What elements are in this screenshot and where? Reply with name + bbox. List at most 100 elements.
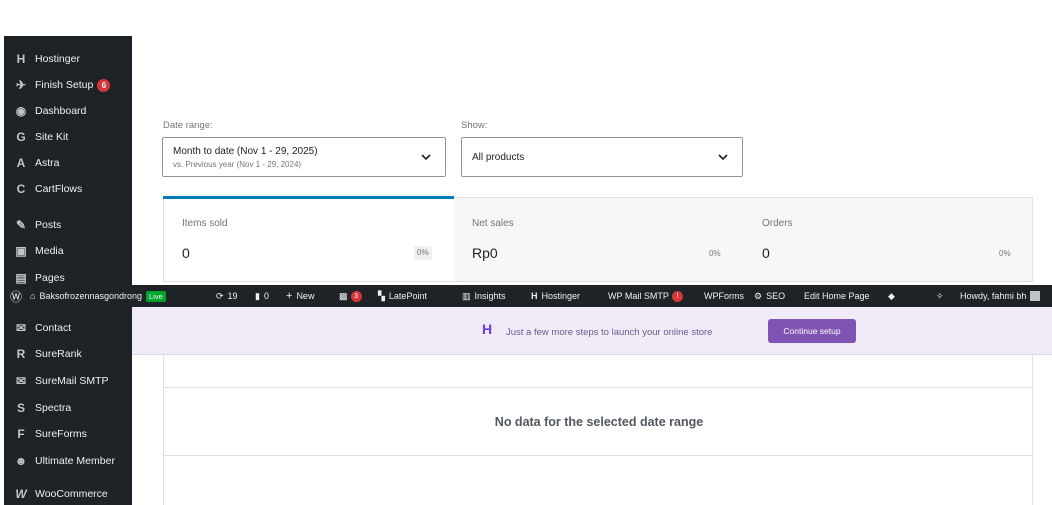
sidebar-item-surerank[interactable]: R SureRank (4, 341, 132, 367)
pin-icon: ✎ (15, 218, 27, 232)
sidebar-item-label: Finish Setup (35, 79, 94, 91)
stat-title: Net sales (472, 218, 514, 229)
sidebar-item-media[interactable]: ▣ Media (4, 238, 132, 264)
setup-banner: H Just a few more steps to launch your o… (132, 307, 1052, 355)
sidebar-item-label: SureForms (35, 428, 87, 440)
screen: H Hostinger ✈ Finish Setup 6 ◉ Dashboard… (0, 0, 1052, 505)
sidebar-item-posts[interactable]: ✎ Posts (4, 212, 132, 238)
updates-link[interactable]: ⟳ 19 (216, 285, 238, 307)
latepoint-icon: ▚ (378, 290, 385, 301)
avatar (1030, 291, 1041, 301)
user-icon: ☻ (14, 454, 28, 468)
sidebar-item-label: Dashboard (35, 105, 87, 117)
notification-badge: 3 (350, 290, 362, 302)
show-value: All products (472, 152, 525, 163)
show-select[interactable]: All products (461, 137, 743, 177)
sidebar-item-contact[interactable]: ✉ Contact (4, 315, 132, 341)
comment-icon: ▮ (255, 290, 260, 301)
sidebar-item-astra[interactable]: A Astra (4, 150, 132, 176)
sidebar-item-site-kit[interactable]: G Site Kit (4, 124, 132, 150)
top-strip (0, 0, 1052, 12)
sidebar-item-spectra[interactable]: S Spectra (4, 395, 132, 421)
stat-tab-items-sold[interactable] (164, 198, 454, 281)
live-badge: Live (146, 290, 166, 302)
chevron-down-icon (718, 154, 728, 161)
stat-delta: 0% (999, 249, 1011, 258)
admin-sidebar: H Hostinger ✈ Finish Setup 6 ◉ Dashboard… (4, 36, 132, 505)
new-content-link[interactable]: + New (286, 285, 314, 307)
new-label: New (296, 291, 315, 301)
sidebar-item-dashboard[interactable]: ◉ Dashboard (4, 98, 132, 124)
sidebar-item-label: Site Kit (35, 131, 69, 143)
sidebar-item-label: Posts (35, 219, 62, 231)
sidebar-item-ultimate-member[interactable]: ☻ Ultimate Member (4, 448, 132, 474)
latepoint-link[interactable]: ▚ LatePoint (378, 285, 427, 307)
stat-delta: 0% (414, 246, 432, 260)
plugin-notice-link[interactable]: ▩ 3 (339, 285, 362, 307)
sidebar-item-label: WooCommerce (35, 488, 108, 500)
edit-home-link[interactable]: Edit Home Page (804, 285, 870, 307)
stat-title: Orders (762, 218, 793, 229)
insights-label: Insights (474, 291, 506, 301)
comments-link[interactable]: ▮ 0 (255, 285, 269, 307)
comments-count: 0 (263, 291, 269, 301)
stat-delta: 0% (709, 249, 721, 258)
sidebar-item-finish-setup[interactable]: ✈ Finish Setup 6 (4, 72, 132, 98)
sidebar-item-cartflows[interactable]: C CartFlows (4, 176, 132, 202)
active-tab-indicator (163, 196, 454, 199)
chevron-down-icon (421, 154, 431, 161)
notification-badge: ! (671, 290, 683, 302)
show-label: Show: (461, 120, 488, 131)
sidebar-item-sureforms[interactable]: F SureForms (4, 421, 132, 447)
wpforms-link[interactable]: WPForms (704, 285, 744, 307)
plugin-icon: ▩ (339, 290, 348, 301)
sidebar-item-label: Hostinger (35, 53, 80, 65)
wp-mail-smtp-label: WP Mail SMTP (608, 291, 669, 301)
notification-badge: 6 (97, 78, 111, 92)
hostinger-icon: H (531, 291, 538, 301)
seo-link[interactable]: ⚙ SEO (754, 285, 785, 307)
banner-text: Just a few more steps to launch your onl… (506, 327, 713, 338)
insights-link[interactable]: ▥ Insights (462, 285, 506, 307)
updates-count: 19 (227, 291, 238, 301)
empty-state-message: No data for the selected date range (494, 415, 704, 429)
diamond-icon[interactable]: ◆ (888, 285, 895, 307)
wordpress-logo-icon[interactable]: Ⓦ (10, 285, 22, 307)
stat-title: Items sold (182, 218, 228, 229)
sidebar-item-label: Media (35, 245, 64, 257)
mail-icon: ✉ (15, 321, 27, 335)
hostinger-label: Hostinger (541, 291, 581, 301)
sidebar-item-label: Pages (35, 272, 65, 284)
seo-label: SEO (766, 291, 786, 301)
howdy-label: Howdy, fahmi bh (960, 291, 1027, 301)
bar-chart-icon: ▥ (462, 290, 471, 301)
hostinger-icon: H (16, 52, 26, 66)
divider (164, 455, 1032, 456)
date-range-value: Month to date (Nov 1 - 29, 2025) (173, 146, 318, 157)
sparkle-icon[interactable]: ✧ (936, 285, 944, 307)
hostinger-link[interactable]: H Hostinger (531, 285, 580, 307)
woocommerce-icon: W (15, 487, 27, 501)
sidebar-item-label: SureMail SMTP (35, 375, 109, 387)
wp-mail-smtp-link[interactable]: WP Mail SMTP ! (608, 285, 683, 307)
sidebar-item-label: Contact (35, 322, 72, 334)
sidebar-item-suremail[interactable]: ✉ SureMail SMTP (4, 368, 132, 394)
site-name-link[interactable]: ⌂ Baksofrozennasgondrong Live (30, 285, 166, 307)
spectra-icon: S (16, 401, 25, 415)
stat-value: 0 (182, 245, 190, 261)
sidebar-item-woocommerce[interactable]: W WooCommerce (4, 481, 132, 505)
seo-icon: ⚙ (754, 290, 763, 301)
date-range-compare: vs. Previous year (Nov 1 - 29, 2024) (173, 160, 302, 169)
home-icon: ⌂ (30, 291, 36, 301)
latepoint-label: LatePoint (388, 291, 427, 301)
date-range-select[interactable]: Month to date (Nov 1 - 29, 2025) vs. Pre… (162, 137, 446, 177)
sidebar-item-hostinger[interactable]: H Hostinger (4, 46, 132, 72)
summary-stats: Items sold 0 0% Net sales Rp0 0% Orders … (163, 196, 1033, 282)
account-link[interactable]: Howdy, fahmi bh (960, 285, 1041, 307)
continue-setup-button[interactable]: Continue setup (768, 319, 856, 343)
site-name: Baksofrozennasgondrong (39, 291, 143, 301)
refresh-icon: ⟳ (216, 290, 224, 301)
sidebar-item-label: CartFlows (35, 183, 83, 195)
google-icon: G (16, 130, 26, 144)
media-icon: ▣ (15, 244, 27, 258)
